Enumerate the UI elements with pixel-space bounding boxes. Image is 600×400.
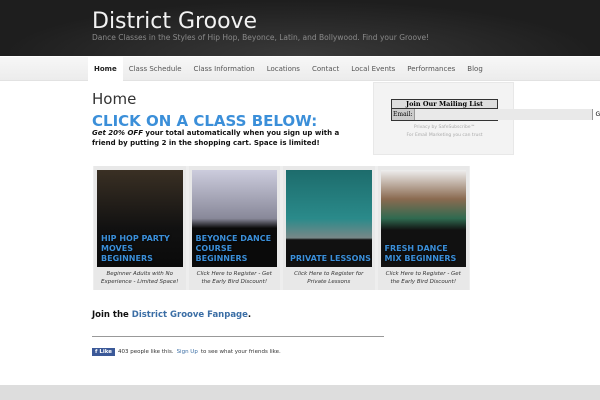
site-header: District Groove Dance Classes in the Sty… (0, 0, 600, 56)
card-caption[interactable]: Click Here to Register for Private Lesso… (286, 270, 372, 286)
card-title: FRESH DANCE MIX BEGINNERS (384, 244, 457, 263)
nav-contact[interactable]: Contact (306, 57, 345, 81)
card-caption[interactable]: Click Here to Register - Get the Early B… (381, 270, 467, 286)
like-rest: to see what your friends like. (200, 349, 281, 355)
footer (0, 385, 600, 400)
site-tagline: Dance Classes in the Styles of Hip Hop, … (92, 33, 430, 42)
go-button[interactable]: Go (591, 109, 600, 120)
class-image[interactable]: HIP HOP PARTY MOVES BEGINNERS (97, 170, 183, 267)
class-card-beyonce[interactable]: BEYONCE DANCE COURSE BEGINNERS Click Her… (188, 166, 280, 290)
nav-blog[interactable]: Blog (461, 57, 488, 81)
class-cards: HIP HOP PARTY MOVES BEGINNERS Beginner A… (93, 166, 470, 290)
card-caption[interactable]: Click Here to Register - Get the Early B… (192, 270, 278, 286)
mailing-list-heading: Join Our Mailing List (392, 100, 497, 109)
promo-highlight: Get 20% OFF (92, 129, 143, 137)
email-label: Email: (392, 109, 414, 120)
promo-text: Get 20% OFF your total automatically whe… (92, 128, 362, 148)
fanpage-prefix: Join the (92, 310, 132, 320)
privacy-text[interactable]: Privacy by SafeSubscribe℠ (374, 125, 515, 130)
facebook-like-box: f Like 403 people like this. Sign Up to … (92, 348, 281, 356)
card-title: HIP HOP PARTY MOVES BEGINNERS (101, 234, 170, 263)
divider (92, 336, 384, 337)
class-image[interactable]: PRIVATE LESSONS (286, 170, 372, 267)
facebook-like-button[interactable]: f Like (92, 348, 115, 356)
fanpage-suffix: . (247, 310, 252, 320)
site-title[interactable]: District Groove (92, 9, 257, 34)
nav-local-events[interactable]: Local Events (345, 57, 401, 81)
like-count: 403 people like this. (117, 349, 174, 355)
class-card-private[interactable]: PRIVATE LESSONS Click Here to Register f… (283, 166, 375, 290)
nav-locations[interactable]: Locations (261, 57, 306, 81)
class-image[interactable]: BEYONCE DANCE COURSE BEGINNERS (191, 170, 277, 267)
class-image[interactable]: FRESH DANCE MIX BEGINNERS (380, 170, 466, 267)
nav-performances[interactable]: Performances (401, 57, 461, 81)
email-input[interactable] (413, 109, 592, 120)
nav-class-information[interactable]: Class Information (188, 57, 261, 81)
class-card-hip-hop[interactable]: HIP HOP PARTY MOVES BEGINNERS Beginner A… (94, 166, 186, 290)
signup-link[interactable]: Sign Up (177, 349, 198, 355)
mailing-list-form: Join Our Mailing List Email: Go (391, 99, 600, 121)
main-nav: Home Class Schedule Class Information Lo… (0, 57, 600, 81)
fanpage-link[interactable]: District Groove Fanpage (132, 310, 248, 320)
card-caption[interactable]: Beginner Adults with No Experience - Lim… (97, 270, 183, 286)
page-title: Home (92, 90, 137, 108)
nav-home[interactable]: Home (88, 57, 123, 81)
nav-class-schedule[interactable]: Class Schedule (123, 57, 188, 81)
card-title: BEYONCE DANCE COURSE BEGINNERS (195, 234, 272, 263)
fanpage-line: Join the District Groove Fanpage. (92, 310, 251, 320)
like-label: Like (99, 349, 112, 355)
class-card-fresh-dance[interactable]: FRESH DANCE MIX BEGINNERS Click Here to … (377, 166, 469, 290)
card-title: PRIVATE LESSONS (290, 254, 371, 263)
mailing-list-widget: Join Our Mailing List Email: Go Privacy … (373, 82, 600, 155)
email-marketing-note: For Email Marketing you can trust (406, 133, 483, 138)
